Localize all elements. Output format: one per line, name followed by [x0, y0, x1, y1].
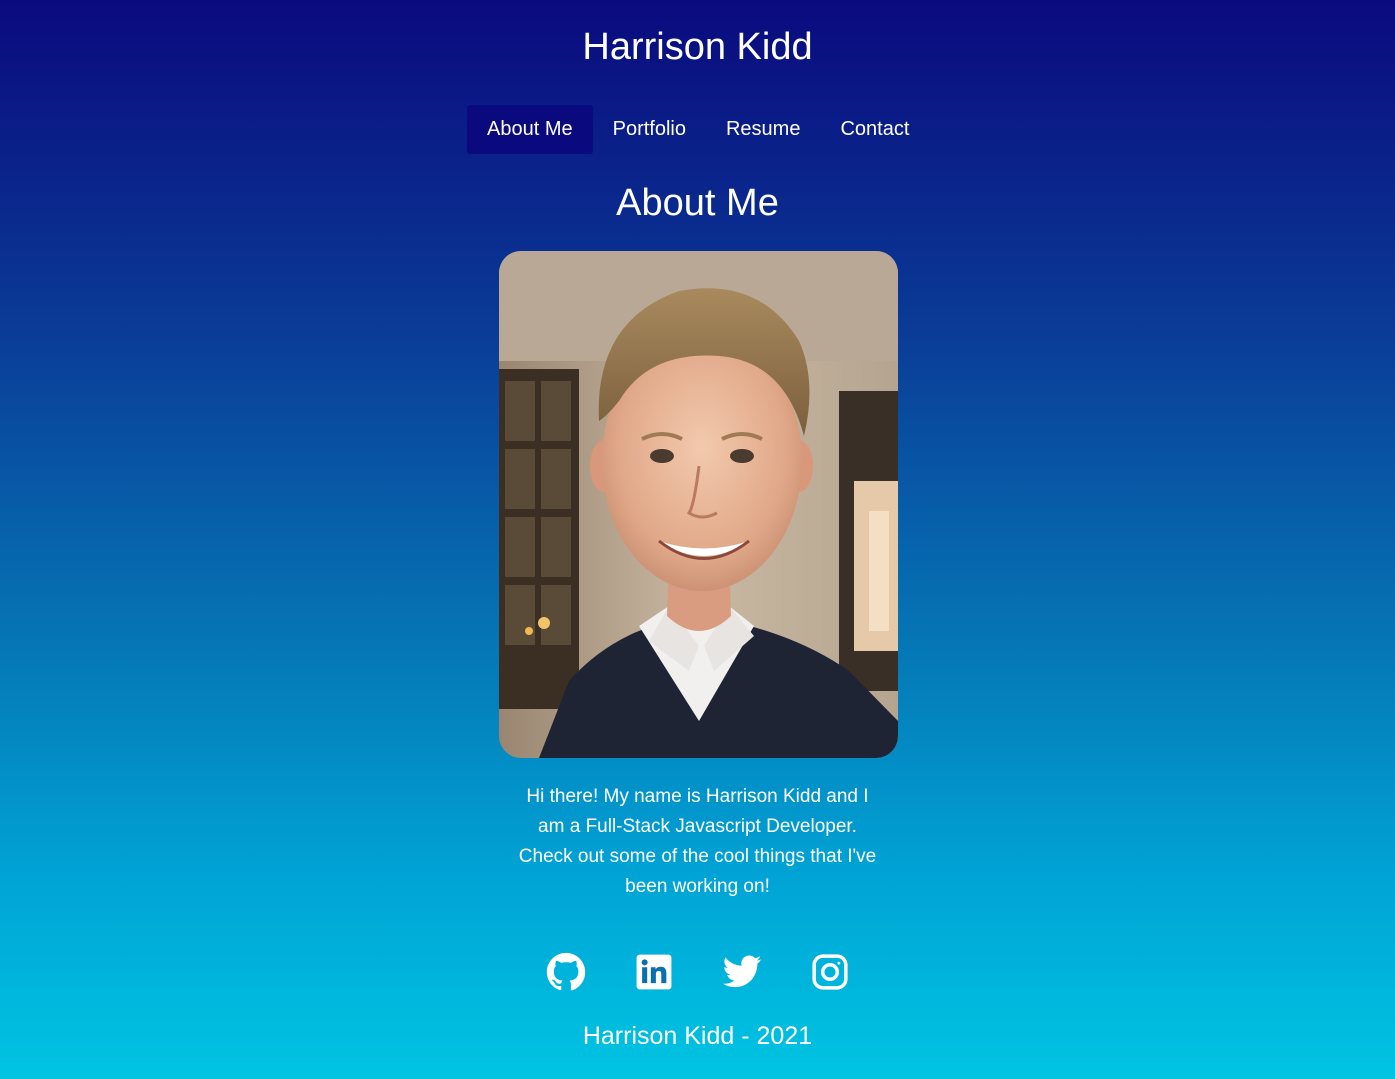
nav-item-resume[interactable]: Resume: [706, 105, 820, 154]
github-icon: [546, 952, 585, 991]
section-heading: About Me: [616, 182, 779, 224]
footer-text: Harrison Kidd - 2021: [582, 1022, 813, 1050]
bio-text: Hi there! My name is Harrison Kidd and I…: [518, 786, 877, 897]
twitter-link[interactable]: [722, 950, 762, 994]
site-title: Harrison Kidd: [582, 26, 813, 68]
instagram-link[interactable]: [810, 950, 850, 994]
twitter-icon: [722, 955, 761, 988]
nav-item-contact[interactable]: Contact: [820, 105, 929, 154]
github-link[interactable]: [546, 950, 586, 994]
nav-item-portfolio[interactable]: Portfolio: [593, 105, 706, 154]
profile-photo: [499, 251, 898, 758]
bio-section: Hi there! My name is Harrison Kidd and I…: [0, 782, 1395, 902]
nav-item-about-me[interactable]: About Me: [467, 105, 593, 154]
social-links: [0, 950, 1395, 994]
linkedin-icon: [636, 954, 671, 990]
instagram-icon: [811, 954, 848, 990]
linkedin-link[interactable]: [634, 950, 674, 994]
main-nav: About Me Portfolio Resume Contact: [467, 105, 929, 154]
